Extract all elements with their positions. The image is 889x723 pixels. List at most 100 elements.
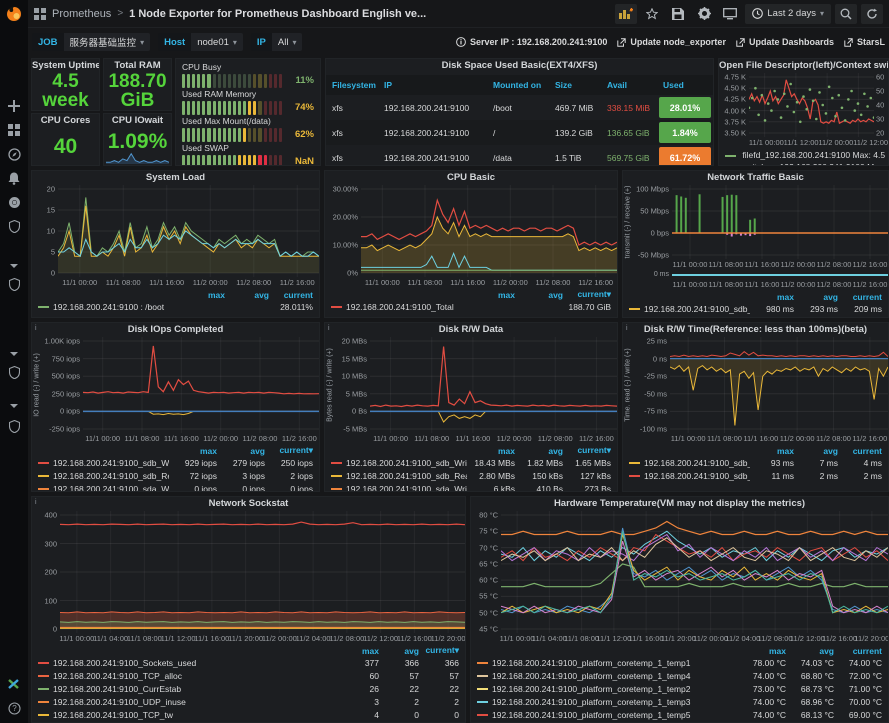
legend-series-name[interactable]: 192.168.200.241:9100_Total [346,302,467,312]
legend-sort-header[interactable]: current▾ [563,289,611,300]
grafana-logo[interactable] [0,0,28,28]
legend-series-name[interactable]: 192.168.200.241:9100_UDP_inuse [53,697,339,707]
legend-sort-header[interactable]: avg [515,446,563,456]
alerting-icon[interactable] [0,166,28,190]
save-button[interactable] [667,4,689,24]
time-range-picker[interactable]: Last 2 days ▾ [745,4,831,24]
legend-sort-header[interactable]: avg [786,646,834,656]
legend-sort-header[interactable]: max [750,292,794,302]
legend-series-name[interactable]: 192.168.200.241:9100_sda_Writes complete… [53,484,169,493]
column-header[interactable]: Filesystem [326,80,378,90]
legend-sort-header[interactable]: current [838,446,882,456]
panel-title[interactable]: Open File Descriptor(left)/Context switc… [719,59,888,73]
variable-ip-value[interactable]: All▾ [272,33,303,51]
legend-sort-header[interactable]: max [169,446,217,456]
legend-sort-header[interactable]: max [750,446,794,456]
legend-series-name[interactable]: 192.168.200.241:9100 : / [53,315,181,319]
starsl-link[interactable]: StarsL [844,37,885,47]
chart-canvas[interactable] [672,185,888,259]
plugin-x-icon[interactable] [0,678,28,690]
legend-sort-header[interactable]: current▾ [563,445,611,456]
legend-series-name[interactable]: 192.168.200.241:9100_sdb_Written bytes [346,458,467,468]
legend-sort-header[interactable]: current [838,292,882,302]
legend-sort-header[interactable]: current [269,290,313,300]
panel-title[interactable]: Network Traffic Basic [623,171,888,185]
legend-sort-header[interactable]: max [738,646,786,656]
configuration-icon[interactable] [0,190,28,214]
legend-series-name[interactable]: 192.168.200.241:9100_sdb_Read bytes [346,471,467,481]
zoom-out-button[interactable] [835,4,857,24]
panel-title[interactable]: Network Sockstat [32,497,465,511]
variable-host[interactable]: Host node01▾ [158,33,243,51]
plugin-shield-icon[interactable] [0,278,28,291]
legend-line[interactable]: filefd_192.168.200.241:9100 Max: 4.5 K C… [725,149,882,161]
plugin-shield-icon[interactable] [0,420,28,433]
legend-sort-header[interactable]: avg [794,292,838,302]
panel-title[interactable]: CPU IOwait [104,114,171,128]
legend-sort-header[interactable]: avg [225,290,269,300]
plugin-shield-icon[interactable] [0,366,28,379]
chart-canvas[interactable] [83,337,319,433]
panel-title[interactable]: CPU Cores [32,114,99,128]
tv-mode-button[interactable] [719,4,741,24]
plugin-caret-icon[interactable] [0,352,28,356]
legend-sort-header[interactable]: max [467,290,515,300]
legend-series-name[interactable]: 192.168.200.241:9100_sdb_Write time [644,471,750,481]
star-button[interactable] [641,4,663,24]
help-icon[interactable]: ? [0,702,28,715]
variable-job-value[interactable]: 服务器基础监控▾ [64,33,151,51]
legend-sort-header[interactable]: max [181,290,225,300]
update-dashboards-link[interactable]: Update Dashboards [736,37,834,47]
chart-canvas[interactable] [501,511,888,633]
panel-info-icon[interactable]: i [624,324,630,333]
panel-info-icon[interactable]: i [33,498,39,507]
legend-series-name[interactable]: 192.168.200.241:9100_sdb_ IO time [644,304,750,314]
legend-series-name[interactable]: 192.168.200.241:9100_TCP_tw [53,710,339,720]
plugin-caret-icon[interactable] [0,264,28,268]
legend-series-name[interactable]: 192.168.200.241:9100_sdb_Writes complete… [53,458,169,468]
panel-title[interactable]: System Load [32,171,319,185]
legend-sort-header[interactable]: avg [379,646,419,656]
chart-canvas[interactable] [60,511,465,633]
legend-sort-header[interactable]: max [467,446,515,456]
panel-title[interactable]: Hardware Temperature(VM may not display … [471,497,888,511]
legend-line[interactable]: switches_192.168.200.241:9100 Max: 58.9 … [725,161,889,166]
explore-icon[interactable] [0,142,28,166]
legend-series-name[interactable]: 192.168.200.241:9100_sdb_Reads completed [53,471,169,481]
chart-canvas[interactable] [670,337,888,433]
add-panel-button[interactable] [615,4,637,24]
chart-canvas[interactable] [361,185,617,277]
legend-series-name[interactable]: 192.168.200.241:9100 : /boot [53,302,181,312]
chart-canvas[interactable] [58,185,319,277]
add-icon[interactable] [0,94,28,118]
legend-sort-header[interactable]: avg [794,446,838,456]
legend-sort-header[interactable]: avg [515,290,563,300]
legend-sort-header[interactable]: current▾ [265,445,313,456]
breadcrumb-app[interactable]: Prometheus [52,8,111,20]
legend-series-name[interactable]: 192.168.200.241:9100_CurrEstab [53,684,339,694]
panel-title[interactable]: Disk R/W Time(Reference: less than 100ms… [623,323,888,337]
chart-canvas[interactable] [749,73,874,137]
column-header[interactable]: Size [549,80,601,90]
panel-title[interactable]: Disk Space Used Basic(EXT4/XFS) [326,59,713,73]
legend-sort-header[interactable]: avg [217,446,265,456]
legend-series-name[interactable]: 192.168.200.241:9100_platform_coretemp_1… [492,658,738,668]
panel-info-icon[interactable]: i [326,324,332,333]
panel-info-icon[interactable]: i [33,324,39,333]
variable-ip[interactable]: IP All▾ [251,33,303,51]
panel-title[interactable]: Disk R/W Data [325,323,617,337]
server-admin-shield-icon[interactable] [0,214,28,238]
column-header[interactable]: Mounted on [487,80,549,90]
variable-job[interactable]: JOB 服务器基础监控▾ [32,33,150,51]
chart-canvas[interactable] [370,337,617,433]
column-header[interactable]: Used [657,80,713,90]
legend-series-name[interactable]: 192.168.200.241:9100_platform_coretemp_1… [492,697,738,707]
legend-series-name[interactable]: 192.168.200.241:9100_platform_coretemp_1… [492,671,738,681]
dashboards-icon[interactable] [0,118,28,142]
refresh-button[interactable] [861,4,883,24]
legend-series-name[interactable]: 192.168.200.241:9100_TCP_alloc [53,671,339,681]
update-node-exporter-link[interactable]: Update node_exporter [617,37,726,47]
legend-series-name[interactable]: 192.168.200.241:9100_platform_coretemp_1… [492,684,738,694]
dashboard-settings-button[interactable] [693,4,715,24]
panel-title[interactable]: CPU Basic [325,171,617,185]
